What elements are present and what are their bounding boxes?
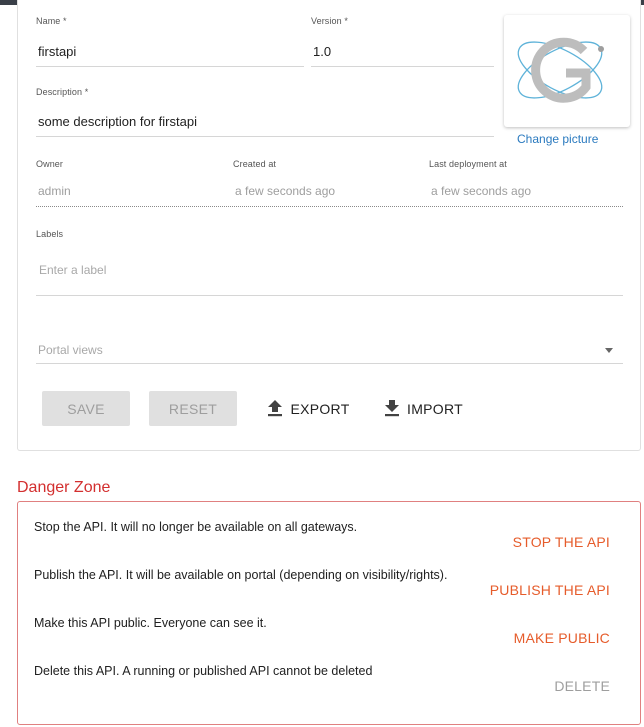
owner-value: admin — [38, 184, 71, 198]
owner-label: Owner — [36, 159, 64, 169]
make-public-description: Make this API public. Everyone can see i… — [34, 616, 267, 630]
created-label: Created at — [233, 159, 277, 169]
stop-api-button[interactable]: STOP THE API — [513, 534, 610, 550]
portal-views-select[interactable]: Portal views — [38, 343, 103, 357]
download-icon — [385, 400, 399, 417]
version-underline — [311, 66, 494, 67]
description-underline — [36, 136, 494, 137]
dropdown-caret-icon[interactable] — [605, 348, 613, 353]
api-logo-icon — [517, 37, 604, 103]
delete-api-button[interactable]: DELETE — [554, 678, 610, 694]
import-label: IMPORT — [407, 400, 463, 417]
import-button[interactable]: IMPORT — [382, 391, 466, 426]
description-input[interactable]: some description for firstapi — [38, 114, 197, 129]
name-input[interactable]: firstapi — [38, 44, 76, 59]
make-public-button[interactable]: MAKE PUBLIC — [514, 630, 610, 646]
version-label: Version * — [311, 16, 348, 26]
export-button[interactable]: EXPORT — [264, 391, 354, 426]
change-picture-link[interactable]: Change picture — [517, 132, 598, 146]
meta-divider — [36, 206, 623, 207]
labels-input[interactable]: Enter a label — [39, 263, 106, 277]
labels-label: Labels — [36, 229, 64, 239]
upload-icon — [268, 400, 283, 417]
version-input[interactable]: 1.0 — [313, 44, 331, 59]
delete-api-description: Delete this API. A running or published … — [34, 664, 373, 678]
api-general-card: Name * firstapi Version * 1.0 Descriptio… — [17, 0, 641, 451]
created-value: a few seconds ago — [235, 184, 336, 198]
danger-zone-title: Danger Zone — [17, 479, 111, 496]
name-underline — [36, 66, 304, 67]
publish-api-button[interactable]: PUBLISH THE API — [490, 582, 610, 598]
labels-underline — [36, 295, 623, 296]
deployment-label: Last deployment at — [429, 159, 507, 169]
description-label: Description * — [36, 87, 89, 97]
danger-zone-panel: Stop the API. It will no longer be avail… — [17, 501, 641, 725]
stop-api-description: Stop the API. It will no longer be avail… — [34, 520, 358, 534]
deployment-value: a few seconds ago — [431, 184, 532, 198]
save-button[interactable]: SAVE — [42, 391, 130, 426]
name-label: Name * — [36, 16, 67, 26]
export-label: EXPORT — [290, 400, 350, 417]
publish-api-description: Publish the API. It will be available on… — [34, 568, 448, 582]
reset-button[interactable]: RESET — [149, 391, 237, 426]
api-picture[interactable] — [504, 15, 630, 127]
portal-views-underline — [36, 363, 623, 364]
